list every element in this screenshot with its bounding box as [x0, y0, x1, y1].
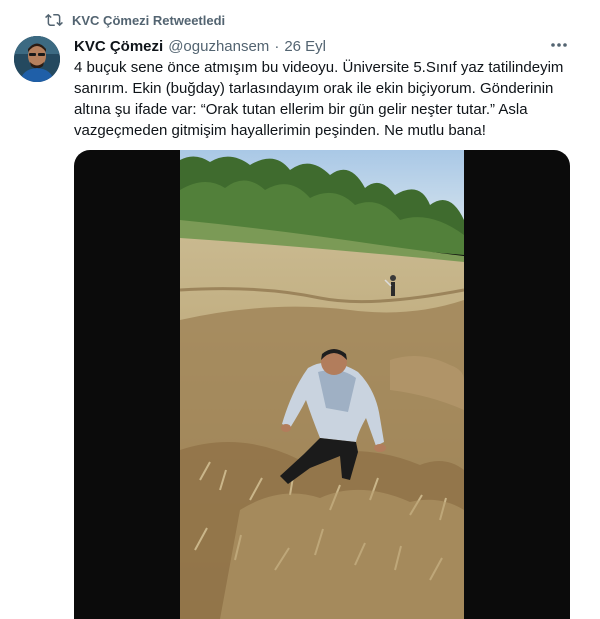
tweet-header: KVC Çömezi @oguzhansem · 26 Eyl	[74, 36, 326, 56]
tweet-text-line: sanırım. Ekin (buğday) tarlasındayım ora…	[74, 80, 554, 97]
retweet-indicator[interactable]: KVC Çömezi Retweetledi	[45, 11, 225, 29]
video-frame[interactable]	[180, 150, 464, 619]
more-horizontal-icon[interactable]	[546, 35, 572, 55]
tweet-text-line: vazgeçmeden gitmişim hayallerimin peşind…	[74, 122, 486, 139]
retweet-icon	[45, 11, 63, 29]
separator-dot: ·	[274, 37, 280, 55]
author-display-name[interactable]: KVC Çömezi	[74, 38, 163, 55]
tweet-text-line: altına şu ifade var: “Orak tutan ellerim…	[74, 101, 528, 118]
tweet-video[interactable]	[74, 150, 570, 619]
author-handle[interactable]: @oguzhansem	[168, 38, 269, 55]
retweet-label: KVC Çömezi Retweetledi	[72, 12, 226, 28]
tweet-date[interactable]: 26 Eyl	[284, 38, 326, 55]
tweet-text: 4 buçuk sene önce atmışım bu videoyu. Ün…	[74, 57, 574, 141]
tweet-card[interactable]: KVC Çömezi Retweetledi KVC Çömezi @oguzh…	[0, 0, 600, 619]
avatar[interactable]	[14, 36, 60, 82]
tweet-text-line: 4 buçuk sene önce atmışım bu videoyu. Ün…	[74, 59, 564, 76]
